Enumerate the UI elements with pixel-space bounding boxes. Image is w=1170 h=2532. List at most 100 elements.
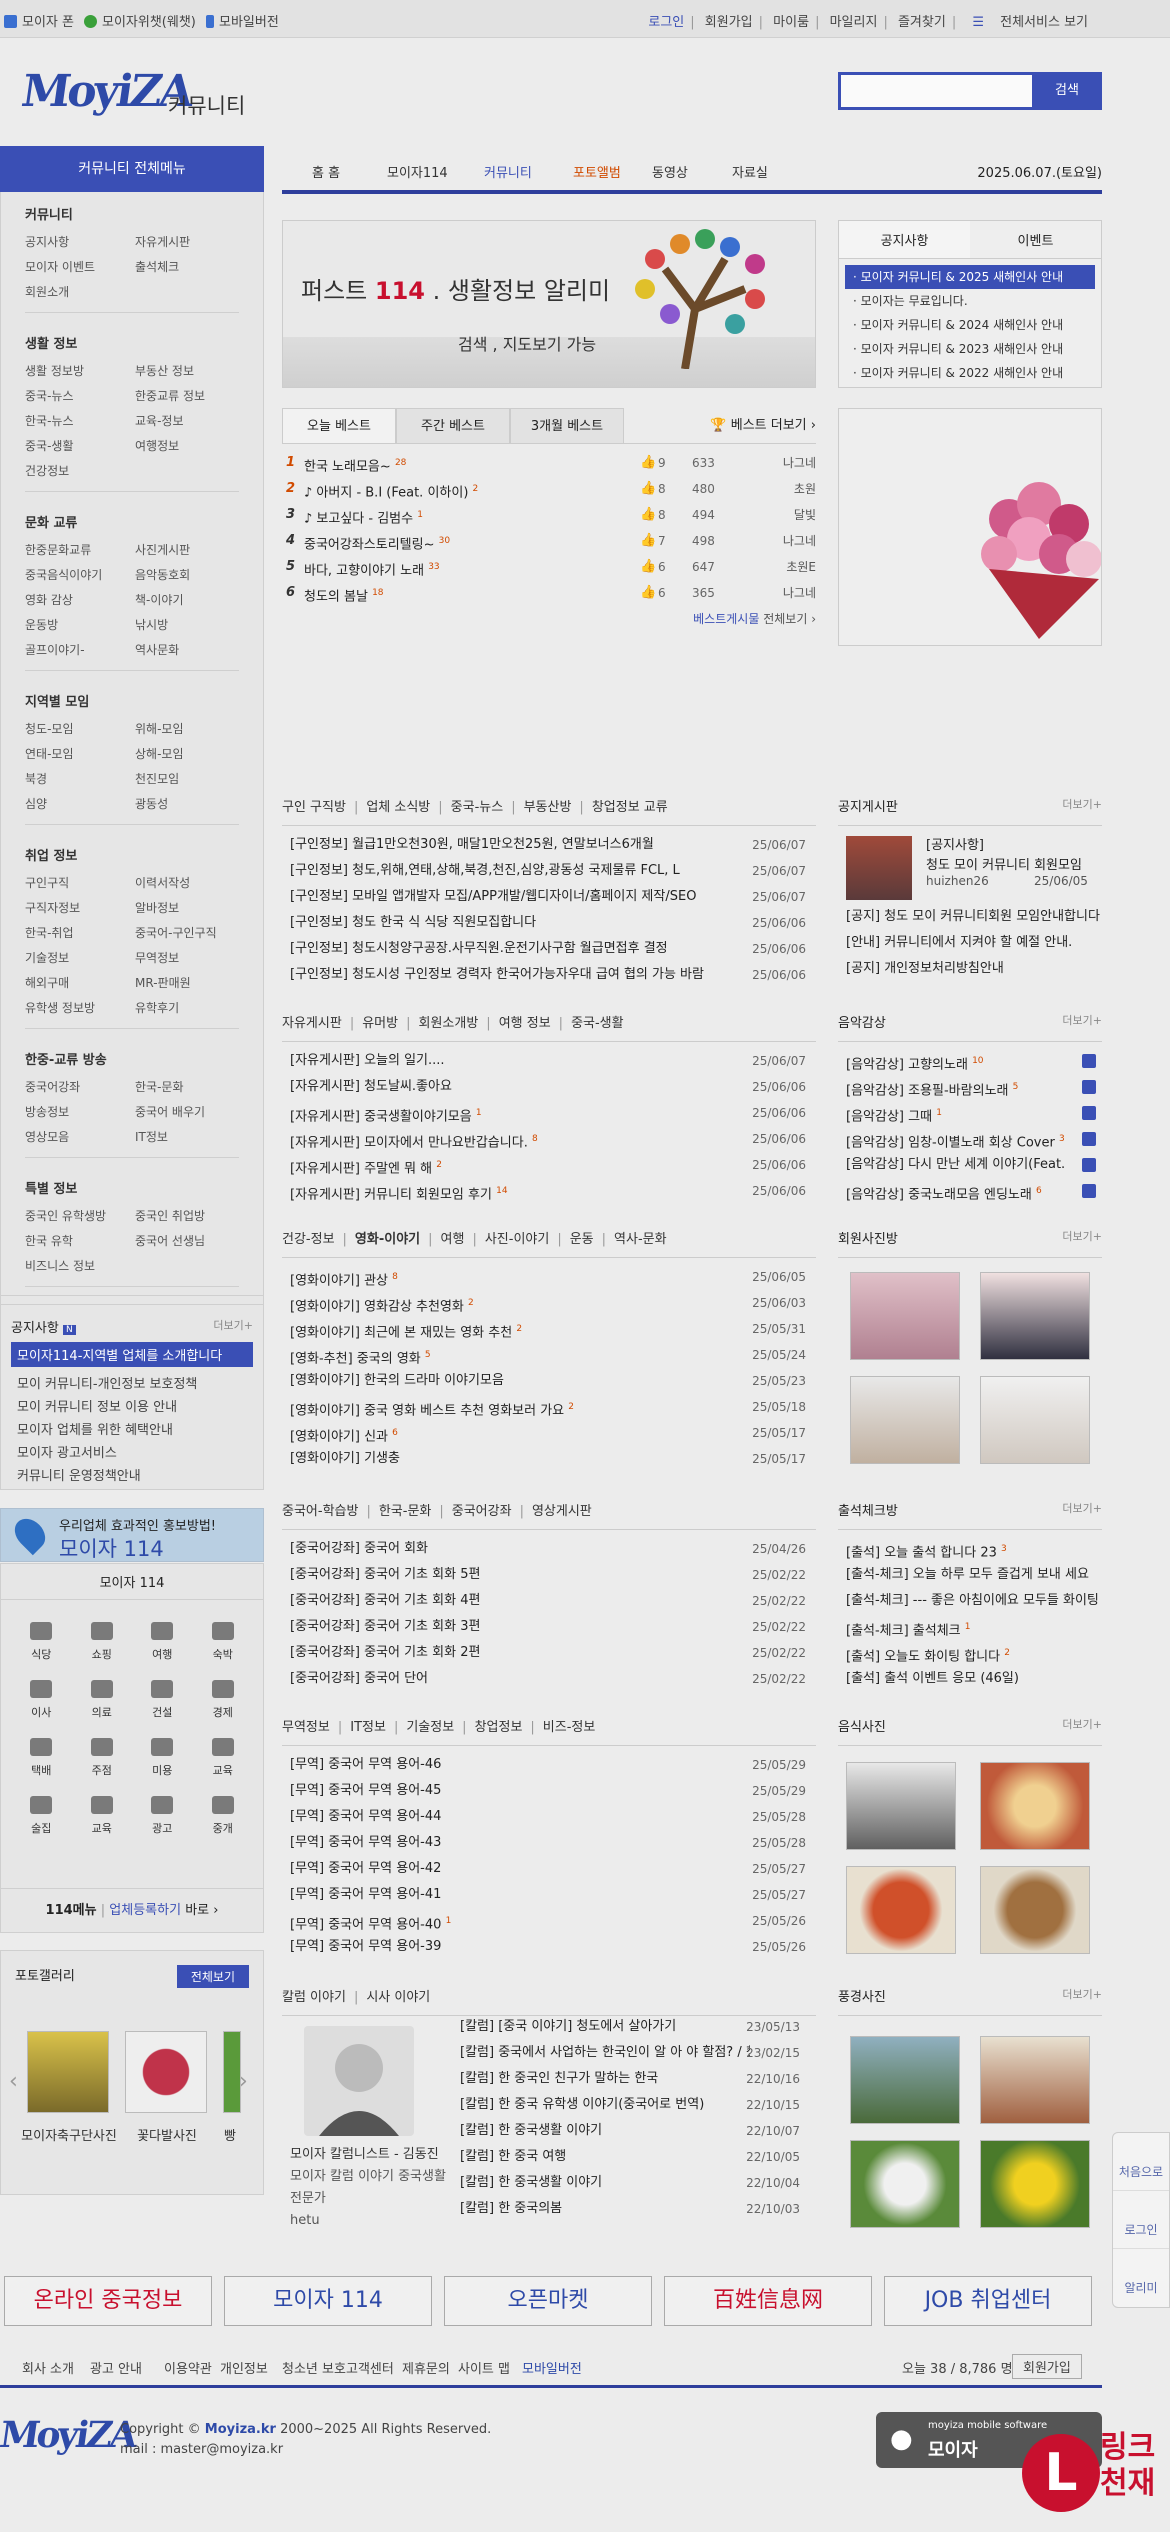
photo-thumb[interactable] — [846, 1866, 956, 1954]
directory-item[interactable]: 술집 — [11, 1796, 72, 1836]
category-link[interactable]: 교육-정보 — [135, 412, 245, 429]
tab-item[interactable]: · 모이자 커뮤니티 & 2023 새해인사 안내 — [845, 337, 1095, 361]
footer-link[interactable]: 제휴문의 — [402, 2358, 450, 2377]
side-row[interactable]: [음악감상] 고향의노래 10 — [838, 1048, 1102, 1074]
notice-highlight[interactable]: 모이자114-지역별 업체를 소개합니다 — [11, 1342, 253, 1367]
category-link[interactable]: 출석체크 — [135, 258, 245, 275]
section-tab[interactable]: 무역정보 — [282, 1720, 330, 1735]
list-item[interactable]: [구인정보] 청도,위해,연태,상해,북경,천진,심양,광동성 국제물류 FCL… — [282, 858, 816, 884]
nav-video[interactable]: 동영상 — [652, 162, 688, 181]
category-link[interactable]: 중국어 선생님 — [135, 1232, 245, 1249]
main-banner[interactable]: 퍼스트 114 . 생활정보 알리미 검색 , 지도보기 가능 — [282, 220, 816, 388]
mileage-link[interactable]: 마일리지 — [830, 15, 878, 30]
tab-item[interactable]: · 모이자 커뮤니티 & 2025 새해인사 안내 — [845, 265, 1095, 289]
category-link[interactable]: 사진게시판 — [135, 541, 245, 558]
section-tab[interactable]: 건강-정보 — [282, 1232, 335, 1247]
list-item[interactable]: [구인정보] 청도 한국 식 식당 직원모집합니다 25/06/06 — [282, 910, 816, 936]
gallery-thumb[interactable] — [27, 2031, 109, 2113]
directory-item[interactable]: 교육 — [193, 1738, 254, 1778]
notice-item[interactable]: 모이 커뮤니티 정보 이용 안내 — [17, 1396, 247, 1419]
directory-item[interactable]: 식당 — [11, 1622, 72, 1662]
footer-link[interactable]: 청소년 보호 — [282, 2358, 346, 2377]
tab-item[interactable]: · 모이자는 무료입니다. — [845, 289, 1095, 313]
category-link[interactable]: 유학생 정보방 — [25, 999, 135, 1016]
list-item[interactable]: [무역] 중국어 무역 용어-40 1 25/05/26 — [282, 1908, 816, 1934]
notice-item[interactable]: 모이 커뮤니티-개인정보 보호정책 — [17, 1373, 247, 1396]
category-link[interactable]: 천진모임 — [135, 770, 245, 787]
directory-item[interactable]: 주점 — [72, 1738, 133, 1778]
category-link[interactable]: 심양 — [25, 795, 135, 812]
list-item[interactable]: [영화이야기] 중국 영화 베스트 추천 영화보러 가요 2 25/05/18 — [282, 1394, 816, 1420]
list-item[interactable]: [영화이야기] 최근에 본 재밌는 영화 추천 2 25/05/31 — [282, 1316, 816, 1342]
category-link[interactable]: 중국인 유학생방 — [25, 1207, 135, 1224]
section-tab[interactable]: 중국어강좌 — [452, 1504, 512, 1519]
best-row[interactable]: 5 바다, 고향이야기 노래 33 👍 6 647 초원E — [282, 554, 816, 580]
footer-link[interactable]: 개인정보 — [220, 2358, 268, 2377]
directory-item[interactable]: 여행 — [132, 1622, 193, 1662]
section-tab[interactable]: 창업정보 교류 — [592, 800, 668, 815]
category-link[interactable]: 무역정보 — [135, 949, 245, 966]
speaker-icon[interactable] — [1082, 1184, 1096, 1198]
list-item[interactable]: [무역] 중국어 무역 용어-41 25/05/27 — [282, 1882, 816, 1908]
directory-item[interactable]: 광고 — [132, 1796, 193, 1836]
shortcut-link[interactable]: 바로 — [185, 1903, 209, 1918]
category-link[interactable]: 중국인 취업방 — [135, 1207, 245, 1224]
tab-item[interactable]: · 모이자 커뮤니티 & 2022 새해인사 안내 — [845, 361, 1095, 385]
category-link[interactable]: 비즈니스 정보 — [25, 1257, 135, 1274]
category-link[interactable]: 낚시방 — [135, 616, 245, 633]
list-item[interactable]: [자유게시판] 주말엔 뭐 해 2 25/06/06 — [282, 1152, 816, 1178]
section-tab[interactable]: 여행 정보 — [499, 1016, 551, 1031]
category-link[interactable]: 북경 — [25, 770, 135, 787]
side-row[interactable]: [음악감상] 다시 만난 세계 이야기(Feat. — [838, 1152, 1102, 1178]
category-link[interactable]: 위해-모임 — [135, 720, 245, 737]
list-item[interactable]: [무역] 중국어 무역 용어-44 25/05/28 — [282, 1804, 816, 1830]
photo-thumb[interactable] — [850, 2140, 960, 2228]
best-row[interactable]: 1 한국 노래모음~ 28 👍 9 633 나그네 — [282, 450, 816, 476]
chevron-left-icon[interactable]: ‹ — [9, 2069, 18, 2094]
category-link[interactable]: 생활 정보방 — [25, 362, 135, 379]
category-link[interactable]: 기술정보 — [25, 949, 135, 966]
side-row[interactable]: [출석-체크] 오늘 하루 모두 즐겁게 보내 세요 — [838, 1562, 1102, 1588]
best-row[interactable]: 4 중국어강좌스토리텔링~ 30 👍 7 498 나그네 — [282, 528, 816, 554]
list-item[interactable]: [칼럼] 한 중국의봄 22/10/03 — [452, 2196, 816, 2222]
section-tab[interactable]: 중국-뉴스 — [451, 800, 504, 815]
category-link[interactable]: 음악동호회 — [135, 566, 245, 583]
footer-link[interactable]: 회사 소개 — [22, 2358, 74, 2377]
directory-item[interactable]: 숙박 — [193, 1622, 254, 1662]
ad-open-market[interactable]: 오픈마켓 — [444, 2276, 652, 2326]
category-link[interactable]: MR-판매원 — [135, 974, 245, 991]
side-more-link[interactable]: 더보기+ — [1062, 1500, 1102, 1519]
section-tab[interactable]: 여행 — [441, 1232, 465, 1247]
side-row[interactable]: [공지] 개인정보처리방침안내 — [838, 956, 1102, 982]
category-link[interactable] — [135, 283, 245, 300]
category-link[interactable]: 한국-문화 — [135, 1078, 245, 1095]
side-row[interactable]: [공지] 청도 모이 커뮤니티회원 모임안내합니다 — [838, 904, 1102, 930]
nav-community[interactable]: 커뮤니티 — [484, 162, 532, 181]
section-tab[interactable]: 구인 구직방 — [282, 800, 346, 815]
section-tab[interactable]: 유머방 — [362, 1016, 398, 1031]
side-row[interactable]: [출석-체크] 출석체크 1 — [838, 1614, 1102, 1640]
list-item[interactable]: [영화이야기] 관상 8 25/06/05 — [282, 1264, 816, 1290]
category-link[interactable]: 중국-생활 — [25, 437, 135, 454]
side-more-link[interactable]: 더보기+ — [1062, 796, 1102, 815]
list-item[interactable]: [칼럼] 한 중국인 친구가 말하는 한국 22/10/16 — [452, 2066, 816, 2092]
category-link[interactable]: 중국어-구인구직 — [135, 924, 245, 941]
category-link[interactable]: 구직자정보 — [25, 899, 135, 916]
section-tab[interactable]: 중국어-학습방 — [282, 1504, 358, 1519]
category-link[interactable]: 모이자 이벤트 — [25, 258, 135, 275]
category-link[interactable]: 운동방 — [25, 616, 135, 633]
list-item[interactable]: [중국어강좌] 중국어 기초 회화 5편 25/02/22 — [282, 1562, 816, 1588]
category-link[interactable]: 한국-취업 — [25, 924, 135, 941]
category-link[interactable]: 연태-모임 — [25, 745, 135, 762]
login-link[interactable]: 로그인 — [648, 15, 684, 30]
tab-weekly-best[interactable]: 주간 베스트 — [396, 408, 510, 443]
list-item[interactable]: [중국어강좌] 중국어 기초 회화 2편 25/02/22 — [282, 1640, 816, 1666]
directory-item[interactable]: 미용 — [132, 1738, 193, 1778]
all-menu-header[interactable]: 커뮤니티 전체메뉴 — [0, 146, 264, 192]
list-item[interactable]: [무역] 중국어 무역 용어-43 25/05/28 — [282, 1830, 816, 1856]
section-tab[interactable]: 업체 소식방 — [366, 800, 430, 815]
list-item[interactable]: [영화이야기] 영화감상 추천영화 2 25/06/03 — [282, 1290, 816, 1316]
list-item[interactable]: [칼럼] 한 중국생활 이야기 22/10/04 — [452, 2170, 816, 2196]
mobile-phone-link[interactable]: 모이자 폰 — [4, 11, 74, 30]
section-tab[interactable]: 영상게시판 — [532, 1504, 592, 1519]
